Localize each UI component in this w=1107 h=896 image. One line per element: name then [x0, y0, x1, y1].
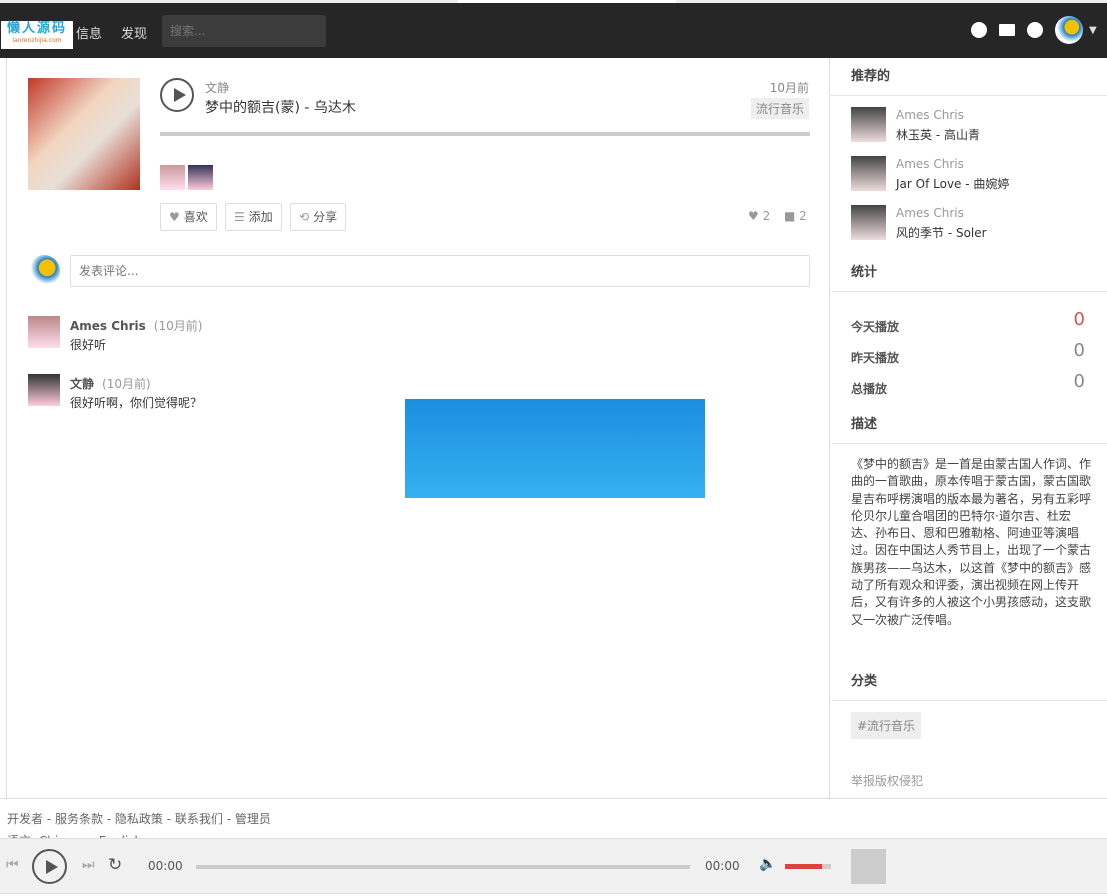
mail-icon[interactable]	[999, 24, 1015, 36]
site-logo[interactable]: 懒人源码 lanrenzhijia.com	[1, 21, 73, 49]
recommended-heading: 推荐的	[831, 58, 1107, 96]
track-artist[interactable]: 文静	[205, 79, 229, 96]
track-progress[interactable]	[160, 132, 810, 136]
comments-icon: ■	[784, 209, 796, 223]
share-button[interactable]: ⟲ 分享	[290, 203, 347, 231]
ad-banner[interactable]	[405, 399, 705, 498]
dashboard-icon[interactable]	[971, 22, 987, 38]
now-playing-thumbnail	[851, 849, 886, 884]
comment-count: ■ 2	[784, 209, 807, 223]
repost-icon: ⟲	[299, 210, 310, 224]
heart-icon: ♥	[169, 210, 180, 224]
stat-label-today: 今天播放	[851, 320, 900, 334]
track-cover	[28, 78, 140, 190]
track-title: 梦中的额吉(蒙) - 乌达木	[205, 100, 356, 116]
repeat-icon[interactable]: ↻	[108, 855, 122, 875]
stat-value-yesterday: 0	[1073, 340, 1085, 361]
play-button[interactable]	[160, 78, 194, 112]
user-avatar[interactable]	[1055, 16, 1083, 44]
current-time: 00:00	[148, 859, 183, 873]
comment-avatar[interactable]	[28, 316, 60, 348]
track-tag[interactable]: 流行音乐	[750, 98, 809, 119]
top-navbar: 懒人源码lanrenzhijia.com 信息 发现 ▼	[0, 3, 1107, 58]
next-icon[interactable]: ⏭	[82, 857, 95, 873]
heart-icon: ♥	[748, 209, 759, 223]
track-time: 10月前	[769, 81, 809, 95]
globe-icon[interactable]	[1027, 22, 1043, 38]
comment-avatar[interactable]	[28, 374, 60, 406]
liker-avatar[interactable]	[188, 165, 213, 190]
chevron-down-icon[interactable]: ▼	[1089, 25, 1097, 36]
stat-value-today: 0	[1073, 309, 1085, 330]
report-link[interactable]: 举报版权侵犯	[851, 772, 923, 789]
category-tag[interactable]: #流行音乐	[851, 712, 922, 739]
nav-link-messages[interactable]: 信息	[76, 23, 102, 42]
logo-subtext: lanrenzhijia.com	[12, 37, 62, 44]
my-avatar	[28, 255, 60, 287]
stat-value-total: 0	[1073, 371, 1085, 392]
footer: 开发者 - 服务条款 - 隐私政策 - 联系我们 - 管理员 语言: Chine…	[0, 798, 1107, 848]
previous-icon[interactable]: ⏮	[6, 857, 19, 873]
comment-text: 很好听	[70, 338, 107, 352]
player-seek-bar[interactable]	[196, 865, 690, 869]
duration: 00:00	[705, 859, 740, 873]
category-heading: 分类	[831, 663, 1107, 701]
audio-player: ⏮ ⏭ ↻ 00:00 00:00 🔈	[0, 838, 1107, 894]
stat-label-yesterday: 昨天播放	[851, 351, 900, 365]
stats-heading: 统计	[831, 254, 1107, 292]
footer-links[interactable]: 开发者 - 服务条款 - 隐私政策 - 联系我们 - 管理员	[7, 810, 271, 827]
volume-icon[interactable]: 🔈	[759, 856, 776, 872]
search-input[interactable]	[162, 15, 326, 47]
list-icon: ☰	[234, 210, 245, 224]
comment-author[interactable]: 文静 (10月前)	[70, 375, 151, 392]
sidebar: 推荐的 Ames Chris 林玉英 - 高山青 Ames Chris Jar Of…	[831, 58, 1107, 798]
track-main: 文静 梦中的额吉(蒙) - 乌达木 10月前 流行音乐 ♥ 喜欢 ☰ 添加 ⟲ 分享 …	[6, 58, 830, 798]
add-button[interactable]: ☰ 添加	[225, 203, 282, 231]
comment-author[interactable]: Ames Chris (10月前)	[70, 317, 202, 334]
stat-label-total: 总播放	[851, 382, 888, 396]
like-count: ♥ 2	[748, 209, 771, 223]
player-play-button[interactable]	[32, 849, 67, 884]
liker-avatar[interactable]	[160, 165, 185, 190]
nav-link-discover[interactable]: 发现	[121, 23, 147, 42]
like-button[interactable]: ♥ 喜欢	[160, 203, 217, 231]
comment-text: 很好听啊，你们觉得呢？	[70, 396, 203, 410]
comment-input[interactable]	[70, 255, 810, 287]
description-text: 《梦中的额吉》是一首是由蒙古国人作词、作曲的一首歌曲，原本传唱于蒙古国，蒙古国歌…	[851, 457, 1092, 627]
description-heading: 描述	[831, 406, 1107, 444]
logo-text: 懒人源码	[6, 21, 67, 36]
volume-slider[interactable]	[785, 864, 831, 869]
